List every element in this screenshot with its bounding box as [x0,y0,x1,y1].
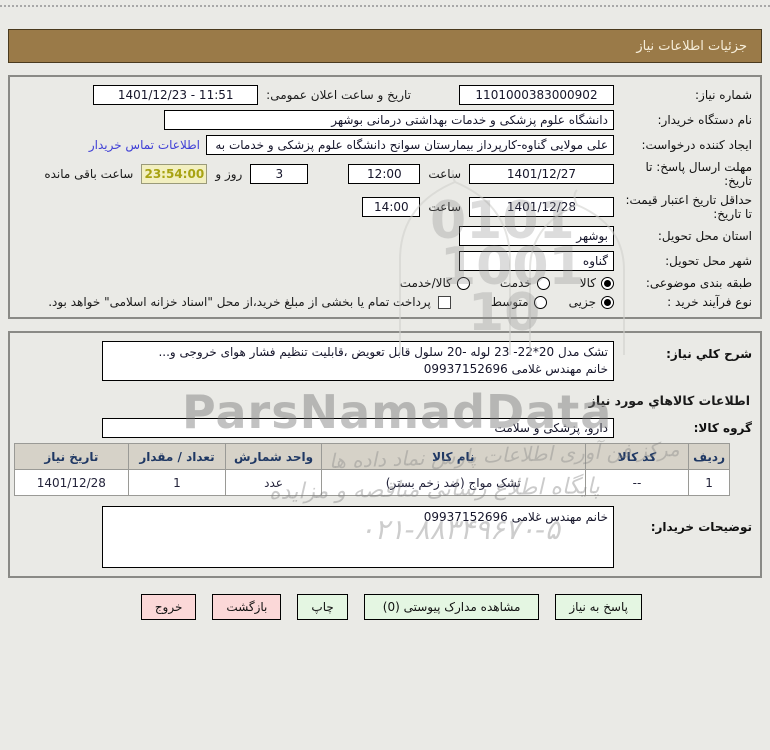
province-label: استان محل تحویل: [657,229,752,243]
buyer-org-label: نام دستگاه خریدار: [657,113,753,127]
option-label: خدمت [499,276,532,290]
classification-label: طبقه بندی موضوعی: [645,276,752,290]
process-option-medium[interactable]: متوسط [491,295,547,309]
view-attachments-button[interactable]: مشاهده مدارک پیوستی (0) [363,594,540,620]
radio-checked-icon[interactable] [601,295,614,309]
classification-option-service[interactable]: خدمت [500,276,550,290]
buyer-notes-label: توضیحات خریدار: [650,520,752,534]
buyer-contact-link[interactable]: اطلاعات تماس خریدار [89,138,200,152]
cell-quantity: 1 [127,469,227,496]
page-title-bar: جزئیات اطلاعات نیاز [8,29,762,63]
top-divider [0,5,770,7]
goods-table-header-row: ردیف کد کالا نام کالا واحد شمارش تعداد /… [14,443,730,470]
need-number-input[interactable]: 1101000383000902 [459,85,614,105]
process-type-row: نوع فرآیند خرید : جزیی متوسط پرداخت تمام… [18,295,752,309]
option-label: کالا/خدمت [399,276,452,290]
option-label: متوسط [490,295,529,309]
buyer-org-input[interactable]: دانشگاه علوم پزشکی و خدمات بهداشتی درمان… [164,110,614,130]
need-info-panel: شماره نیاز: 1101000383000902 تاریخ و ساع… [8,75,762,319]
radio-icon[interactable] [456,276,470,290]
option-label: جزیی [568,295,596,309]
cell-item-code: -- [584,469,690,496]
respond-to-need-button[interactable]: پاسخ به نیاز [555,594,642,620]
process-option-minor[interactable]: جزیی [569,295,614,309]
option-label: کالا [579,276,596,290]
need-description-row: شرح کلي نياز: تشک مدل 20*22- 23 لوله -20… [18,341,752,381]
col-header-row-number: ردیف [688,443,730,470]
exit-button[interactable]: خروج [140,594,197,620]
creator-input[interactable]: علی مولایی گناوه-کارپرداز بیمارستان سوان… [206,135,614,155]
countdown-timer: 23:54:00 [141,164,208,184]
goods-group-input[interactable]: دارو، پزشکی و سلامت [102,418,614,438]
col-header-unit: واحد شمارش [225,443,322,470]
radio-icon[interactable] [536,276,550,290]
goods-info-panel: شرح کلي نياز: تشک مدل 20*22- 23 لوله -20… [8,331,762,578]
deadline-hour-label: ساعت [428,167,461,181]
process-type-label: نوع فرآیند خرید : [667,295,752,309]
need-number-label: شماره نیاز: [695,88,752,102]
cell-unit: عدد [225,469,322,496]
city-row: شهر محل تحویل: گناوه [18,251,752,271]
price-validity-label: حداقل تاریخ اعتبار قیمت: تا تاریخ: [625,193,752,221]
back-button[interactable]: بازگشت [212,594,282,620]
deadline-date-input[interactable]: 1401/12/27 [469,164,614,184]
treasury-docs-label: پرداخت تمام یا بخشی از مبلغ خرید،از محل … [48,295,431,309]
deadline-label: مهلت ارسال پاسخ: تا تاریخ: [645,160,752,188]
need-number-row: شماره نیاز: 1101000383000902 تاریخ و ساع… [18,85,752,105]
announce-datetime-input[interactable]: 1401/12/23 - 11:51 [93,85,259,105]
announce-datetime-label: تاریخ و ساعت اعلان عمومی: [266,88,411,102]
required-goods-header: اطلاعات کالاهاي مورد نياز [588,393,750,408]
city-input[interactable]: گناوه [459,251,614,271]
validity-hour-label: ساعت [428,200,461,214]
deadline-time-input[interactable]: 12:00 [348,164,421,184]
col-header-item-code: کد کالا [584,443,690,470]
creator-row: ایجاد کننده درخواست: علی مولایی گناوه-کا… [18,135,752,155]
deadline-row: مهلت ارسال پاسخ: تا تاریخ: 1401/12/27 سا… [18,160,752,188]
cell-item-name: تشک مواج (ضد زخم بستر) [320,469,586,496]
classification-row: طبقه بندی موضوعی: کالا خدمت کالا/خدمت [18,276,752,290]
goods-table: ردیف کد کالا نام کالا واحد شمارش تعداد /… [14,443,730,496]
buyer-notes-row: توضیحات خریدار: خانم مهندس غلامی 0993715… [18,506,752,568]
classification-option-goods-service[interactable]: کالا/خدمت [400,276,470,290]
print-button[interactable]: چاپ [297,594,348,620]
goods-group-label: گروه کالا: [693,421,752,435]
page-title: جزئیات اطلاعات نیاز [636,38,747,54]
col-header-need-date: تاریخ نیاز [14,443,129,470]
radio-checked-icon[interactable] [601,276,614,290]
validity-time-input[interactable]: 14:00 [362,197,421,217]
days-and-label: روز و [215,167,243,181]
need-description-label: شرح کلي نياز: [666,347,752,361]
procurement-need-details-page: { "header": { "title": "جزئیات اطلاعات ن… [0,5,770,750]
treasury-docs-checkbox[interactable] [437,295,451,309]
description-line: تشک مدل 20*22- 23 لوله -20 سلول قابل تعو… [158,345,608,359]
cell-need-date: 1401/12/28 [14,469,129,496]
col-header-item-name: نام کالا [320,443,586,470]
remaining-days-input[interactable]: 3 [250,164,309,184]
buyer-notes-box[interactable]: خانم مهندس غلامی 09937152696 [102,506,614,568]
col-header-quantity: تعداد / مقدار [127,443,227,470]
cell-row-number: 1 [688,469,730,496]
province-row: استان محل تحویل: بوشهر [18,226,752,246]
description-line: خانم مهندس غلامی 09937152696 [423,362,608,376]
creator-label: ایجاد کننده درخواست: [641,138,752,152]
buyer-org-row: نام دستگاه خریدار: دانشگاه علوم پزشکی و … [18,110,752,130]
goods-group-row: گروه کالا: دارو، پزشکی و سلامت [18,418,752,438]
city-label: شهر محل تحویل: [665,254,752,268]
table-row: 1 -- تشک مواج (ضد زخم بستر) عدد 1 1401/1… [14,469,730,496]
province-input[interactable]: بوشهر [459,226,614,246]
validity-date-input[interactable]: 1401/12/28 [469,197,614,217]
classification-option-goods[interactable]: کالا [580,276,614,290]
radio-icon[interactable] [533,295,547,309]
hours-remaining-label: ساعت باقی مانده [44,167,134,181]
need-description-box[interactable]: تشک مدل 20*22- 23 لوله -20 سلول قابل تعو… [102,341,614,381]
action-buttons-bar: پاسخ به نیاز مشاهده مدارک پیوستی (0) چاپ… [0,594,770,620]
price-validity-row: حداقل تاریخ اعتبار قیمت: تا تاریخ: 1401/… [18,193,752,221]
